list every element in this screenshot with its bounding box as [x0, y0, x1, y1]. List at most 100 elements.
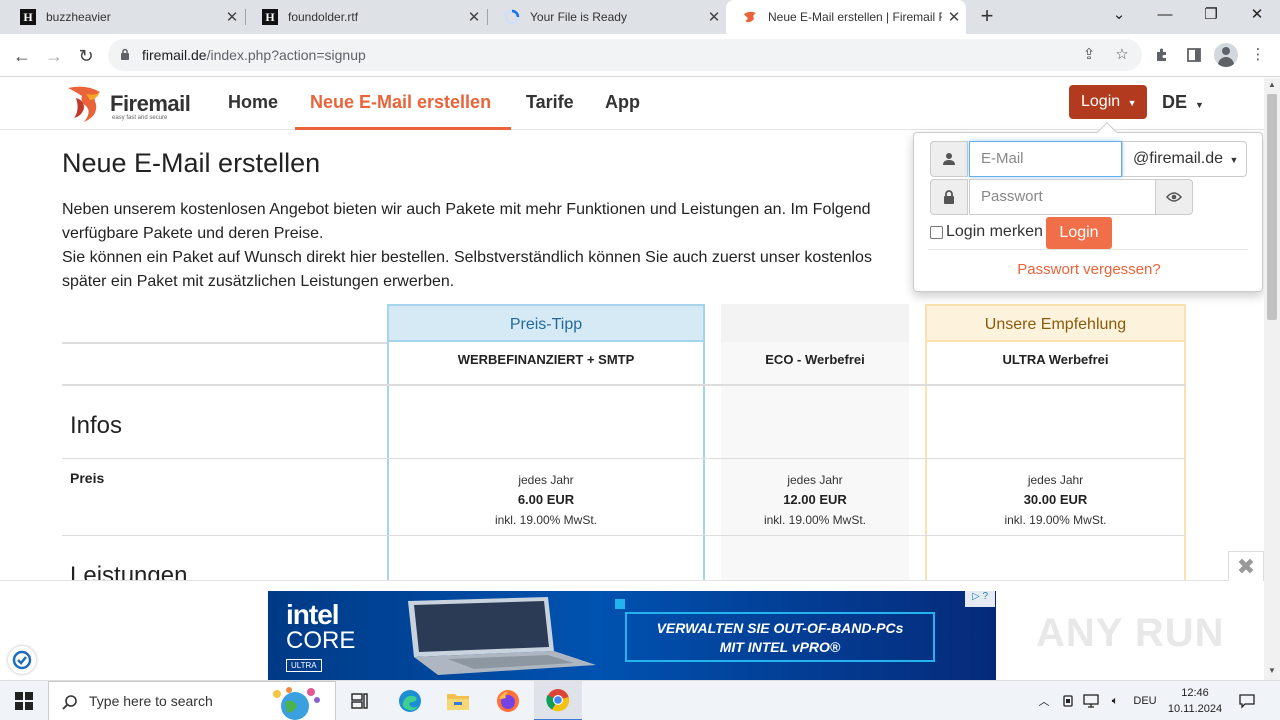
- price-period: jedes Jahr: [787, 473, 843, 487]
- tray-device-icon[interactable]: [1058, 681, 1078, 720]
- task-view-icon[interactable]: [336, 681, 384, 720]
- h-favicon-icon: H: [262, 9, 278, 25]
- pricing-table: Preis-Tipp Unsere Empfehlung WERBEFINANZ…: [62, 304, 1186, 580]
- close-tab-icon[interactable]: ✕: [702, 8, 726, 26]
- tab-title: buzzheavier: [46, 10, 111, 24]
- windows-taskbar: Type here to search ︿ 🔈︎ DEU 12:46 10.11…: [0, 680, 1280, 720]
- side-panel-icon[interactable]: [1182, 43, 1206, 67]
- edge-icon[interactable]: [386, 681, 434, 720]
- package-name: ULTRA Werbefrei: [1002, 352, 1109, 367]
- price-amount: 12.00 EUR: [783, 492, 847, 507]
- show-password-eye-icon[interactable]: [1155, 179, 1193, 215]
- tab-your-file-is-ready[interactable]: Your File is Ready ✕: [488, 0, 726, 34]
- close-ad-icon[interactable]: ✖: [1228, 551, 1264, 581]
- domain-select[interactable]: @firemail.de ▼: [1122, 141, 1247, 177]
- row-divider: [62, 384, 1186, 386]
- package-column-3: [925, 304, 1186, 580]
- notifications-icon[interactable]: [1232, 681, 1262, 720]
- nav-home[interactable]: Home: [228, 92, 278, 113]
- intro-line: Neben unserem kostenlosen Angebot bieten…: [62, 201, 871, 218]
- taskbar-search-box[interactable]: Type here to search: [48, 681, 336, 720]
- remember-login-checkbox[interactable]: [930, 226, 943, 239]
- file-explorer-icon[interactable]: [434, 681, 482, 720]
- url-text: firemail.de/index.php?action=signup: [142, 47, 366, 63]
- volume-icon[interactable]: 🔈︎: [1104, 681, 1126, 720]
- chrome-icon[interactable]: [534, 681, 582, 720]
- logo-wordmark: Firemail: [110, 91, 191, 116]
- row-label-preis: Preis: [70, 470, 105, 486]
- restore-button[interactable]: ❐: [1188, 0, 1234, 30]
- column-badge-empty: [721, 304, 909, 342]
- minimize-button[interactable]: —: [1142, 0, 1188, 30]
- ad-accent-square: [615, 599, 625, 609]
- close-tab-icon[interactable]: ✕: [942, 8, 966, 26]
- browser-tab-strip: H buzzheavier ✕ H foundolder.rtf ✕ Your …: [0, 0, 1280, 34]
- bookmark-star-icon[interactable]: ☆: [1111, 45, 1133, 65]
- login-dropdown-button[interactable]: Login ▼: [1069, 85, 1147, 119]
- reload-icon[interactable]: ↻: [72, 42, 100, 70]
- scroll-up-arrow-icon[interactable]: ▲: [1264, 78, 1280, 92]
- password-input[interactable]: Passwort: [969, 179, 1156, 215]
- close-tab-icon[interactable]: ✕: [220, 8, 244, 26]
- email-input[interactable]: E-Mail: [969, 141, 1122, 177]
- intel-ad-banner[interactable]: intel CORE ULTRA VERWALTEN SIE OUT-OF-BA…: [268, 591, 996, 681]
- nav-app[interactable]: App: [605, 92, 640, 113]
- tab-title: foundolder.rtf: [288, 10, 359, 24]
- forward-arrow-icon[interactable]: →: [40, 42, 68, 70]
- domain-value: @firemail.de: [1133, 150, 1224, 167]
- scrollbar-thumb[interactable]: [1267, 94, 1277, 320]
- ad-info-icon[interactable]: ▷ ?: [965, 591, 995, 607]
- firemail-logo[interactable]: Firemail easy fast and secure: [66, 82, 191, 126]
- close-tab-icon[interactable]: ✕: [462, 8, 486, 26]
- language-label: DE: [1162, 92, 1188, 112]
- section-heading-leistungen: Leistungen: [70, 562, 188, 580]
- new-tab-button[interactable]: +: [975, 4, 999, 30]
- caret-down-icon: ▼: [1127, 98, 1137, 108]
- chrome-menu-icon[interactable]: ⋮: [1246, 43, 1270, 67]
- forgot-password-link[interactable]: Passwort vergessen?: [914, 261, 1264, 278]
- profile-avatar-icon[interactable]: [1214, 43, 1238, 67]
- price-vat: inkl. 19.00% MwSt.: [763, 513, 867, 527]
- preis-tipp-badge: Preis-Tipp: [387, 304, 705, 342]
- price-cell: jedes Jahr 30.00 EUR inkl. 19.00% MwSt.: [925, 470, 1186, 530]
- nav-tarife[interactable]: Tarife: [526, 92, 574, 113]
- clock-date: 10.11.2024: [1167, 703, 1223, 715]
- nav-neue-email-erstellen[interactable]: Neue E-Mail erstellen: [310, 92, 491, 113]
- input-language[interactable]: DEU: [1128, 681, 1162, 720]
- page-scrollbar[interactable]: ▲ ▼: [1264, 78, 1280, 680]
- intro-line: verfügbare Pakete und deren Preise.: [62, 225, 324, 242]
- page-viewport: Firemail easy fast and secure Home Neue …: [0, 78, 1264, 580]
- share-icon[interactable]: ⇪: [1078, 45, 1100, 65]
- close-window-button[interactable]: ✕: [1234, 0, 1280, 30]
- tab-firemail-active[interactable]: Neue E-Mail erstellen | Firemail F ✕: [726, 0, 966, 34]
- address-bar[interactable]: firemail.de/index.php?action=signup ⇪ ☆: [108, 39, 1142, 71]
- tab-search-chevron-icon[interactable]: ⌄: [1096, 0, 1142, 30]
- search-icon: [62, 695, 77, 710]
- tab-title: Your File is Ready: [530, 10, 627, 24]
- login-submit-button[interactable]: Login: [1046, 217, 1112, 249]
- verified-check-icon[interactable]: [8, 646, 36, 674]
- tab-foundolder[interactable]: H foundolder.rtf ✕: [246, 0, 486, 34]
- extensions-puzzle-icon[interactable]: [1150, 43, 1174, 67]
- anyrun-watermark: ANY RUN: [1036, 611, 1225, 655]
- row-divider: [62, 342, 387, 344]
- language-dropdown[interactable]: DE ▼: [1162, 92, 1204, 113]
- login-popover: E-Mail @firemail.de ▼ Passwort Login mer…: [913, 122, 1264, 292]
- tab-title: Neue E-Mail erstellen | Firemail F: [768, 10, 942, 24]
- tray-overflow-chevron-icon[interactable]: ︿: [1034, 681, 1054, 720]
- network-icon[interactable]: [1080, 681, 1102, 720]
- start-windows-icon[interactable]: [0, 681, 48, 720]
- scroll-down-arrow-icon[interactable]: ▼: [1264, 664, 1280, 678]
- back-arrow-icon[interactable]: ←: [8, 42, 36, 70]
- section-heading-infos: Infos: [70, 412, 123, 439]
- price-vat: inkl. 19.00% MwSt.: [1004, 513, 1107, 527]
- lock-icon[interactable]: [120, 48, 130, 66]
- system-clock[interactable]: 12:46 10.11.2024: [1160, 685, 1230, 717]
- package-column-2: [721, 304, 909, 580]
- ad-headline: VERWALTEN SIE OUT-OF-BAND-PCs MIT INTEL …: [625, 612, 935, 662]
- logo-tagline: easy fast and secure: [112, 115, 168, 121]
- remember-login-label[interactable]: Login merken: [946, 223, 1043, 241]
- empfehlung-badge: Unsere Empfehlung: [925, 304, 1186, 342]
- tab-buzzheavier[interactable]: H buzzheavier ✕: [4, 0, 244, 34]
- firefox-icon[interactable]: [484, 681, 532, 720]
